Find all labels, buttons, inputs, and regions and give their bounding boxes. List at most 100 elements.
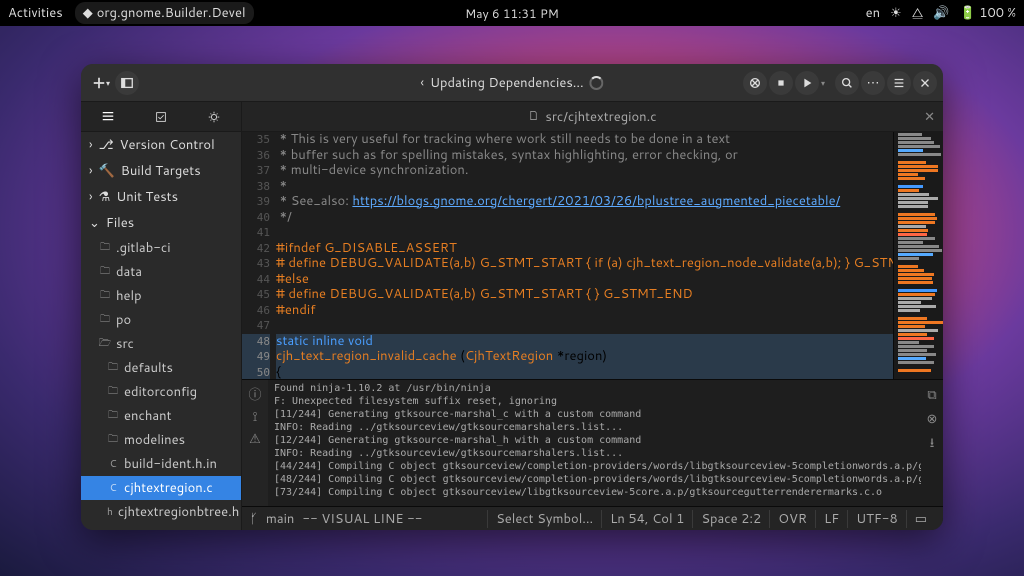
back-icon[interactable]: ‹ <box>420 74 424 92</box>
sidebar: › ⎇ Version Control › 🔨 Build Targets › ⚗ Unit… <box>81 132 242 530</box>
sub-header: src/cjhtextregion.c ✕ <box>81 102 943 132</box>
hammer-icon: 🔨 <box>99 162 115 180</box>
tree-item[interactable]: 🗀 .gitlab-ci <box>81 236 241 260</box>
section-label: Build Targets <box>121 162 201 180</box>
section-label: Version Control <box>120 136 215 154</box>
run-button[interactable] <box>795 71 819 95</box>
tree-item[interactable]: 🗀 editorconfig <box>81 380 241 404</box>
tree-item[interactable]: Cbuild-ident.h.in <box>81 452 241 476</box>
folder-icon: 🗀 <box>99 314 111 326</box>
info-icon[interactable]: ⓘ <box>248 384 261 404</box>
files-section[interactable]: ⌄ Files <box>81 210 241 236</box>
insert-mode[interactable]: OVR <box>769 510 815 528</box>
search-button[interactable] <box>835 71 859 95</box>
tree-item-label: modelines <box>124 431 185 449</box>
clear-icon[interactable]: ⊗ <box>927 410 938 428</box>
tree-item[interactable]: 🗀 data <box>81 260 241 284</box>
build-targets-section[interactable]: › 🔨 Build Targets <box>81 158 241 184</box>
tree-view-tab[interactable] <box>94 103 122 131</box>
tree-item-label: build-ident.h.in <box>124 455 217 473</box>
settings-icon[interactable]: ☀ <box>890 4 902 22</box>
battery-icon[interactable]: 🔋 100 % <box>960 4 1017 22</box>
volume-icon[interactable]: 🔊 <box>933 4 949 22</box>
build-button[interactable] <box>769 71 793 95</box>
spinner-icon <box>590 76 604 90</box>
symbol-selector[interactable]: Select Symbol... <box>487 510 601 528</box>
branch-name[interactable]: main <box>266 510 295 528</box>
tree-item-label: enchant <box>124 407 172 425</box>
stop-button[interactable] <box>743 71 767 95</box>
builder-icon: ◆ <box>83 4 93 22</box>
location-icon[interactable]: ⟟ <box>253 408 258 426</box>
tree-item[interactable]: 🗀help <box>81 284 241 308</box>
build-output[interactable]: Found ninja-1.10.2 at /usr/bin/ninja F: … <box>268 380 921 506</box>
branch-icon: ⎇ <box>99 136 114 154</box>
encoding[interactable]: UTF-8 <box>847 510 906 528</box>
lang-indicator[interactable]: en <box>866 4 880 22</box>
chevron-right-icon: › <box>89 136 93 154</box>
tree-item-label: src <box>116 335 134 353</box>
tab-path[interactable]: src/cjhtextregion.c <box>545 108 656 126</box>
tree-item-label: cjhtextregionprivate.h <box>118 527 242 530</box>
activities-button[interactable]: Activities <box>8 4 63 22</box>
app-menu[interactable]: ◆ org.gnome.Builder.Devel <box>75 2 254 24</box>
tree-item-label: po <box>116 311 131 329</box>
branch-icon: ᚶ <box>250 510 258 528</box>
copy-icon[interactable]: ⧉ <box>927 386 936 404</box>
tree-item-label: cjhtextregionbtree.h <box>118 503 239 521</box>
file-icon: h <box>107 506 113 518</box>
tree-item[interactable]: 🗀enchant <box>81 404 241 428</box>
tree-item-label: editorconfig <box>124 383 197 401</box>
vcs-section[interactable]: › ⎇ Version Control <box>81 132 241 158</box>
line-gutter[interactable]: 3536373839404142434445464748495051525354… <box>242 132 276 379</box>
file-icon <box>528 108 539 126</box>
minimap[interactable] <box>893 132 943 379</box>
tree-item-label: data <box>116 263 142 281</box>
cursor-position[interactable]: Ln 54, Col 1 <box>601 510 692 528</box>
folder-icon: 🗀 <box>107 434 119 446</box>
close-button[interactable] <box>913 71 937 95</box>
tree-item[interactable]: 🗀defaults <box>81 356 241 380</box>
save-output-icon[interactable]: ⭳ <box>930 434 935 456</box>
network-icon[interactable]: ⧋ <box>912 4 924 22</box>
debug-tab[interactable] <box>200 103 228 131</box>
folder-icon: 🗀 <box>99 242 111 254</box>
sidebar-toggle[interactable] <box>115 71 139 95</box>
titlebar: ▾ ‹ Updating Dependencies... ▾ ⋯ <box>81 64 943 102</box>
chevron-right-icon: › <box>89 162 93 180</box>
gnome-topbar: Activities ◆ org.gnome.Builder.Devel May… <box>0 0 1024 26</box>
flask-icon: ⚗ <box>99 188 111 206</box>
more-button[interactable]: ⋯ <box>861 71 885 95</box>
tree-item[interactable]: Ccjhtextregion.c <box>81 476 241 500</box>
tree-item[interactable]: h cjhtextregionbtree.h <box>81 500 241 524</box>
indent-setting[interactable]: Space 2:2 <box>692 510 769 528</box>
code-editor[interactable]: * This is very useful for tracking where… <box>276 132 893 379</box>
new-button[interactable]: ▾ <box>87 69 115 97</box>
todo-tab[interactable] <box>147 103 175 131</box>
terminal-toggle[interactable]: ▭ <box>906 510 935 528</box>
tree-item[interactable]: 🗀 po <box>81 308 241 332</box>
section-label: Files <box>106 214 134 232</box>
chevron-down-icon: ⌄ <box>89 214 100 232</box>
folder-icon: 🗁 <box>99 338 111 350</box>
vim-mode: -- VISUAL LINE -- <box>302 510 422 528</box>
title-text: Updating Dependencies... <box>430 74 584 92</box>
tree-item-label: .gitlab-ci <box>116 239 171 257</box>
tree-item[interactable]: hcjhtextregionprivate.h <box>81 524 241 530</box>
tree-item[interactable]: 🗁 src <box>81 332 241 356</box>
close-tab-button[interactable]: ✕ <box>924 108 935 126</box>
tree-item[interactable]: 🗀 modelines <box>81 428 241 452</box>
clock[interactable]: May 6 11:31 PM <box>465 5 559 22</box>
tree-item-label: cjhtextregion.c <box>124 479 213 497</box>
folder-icon: 🗀 <box>99 266 111 278</box>
warning-icon[interactable]: ⚠ <box>249 430 261 448</box>
app-name: org.gnome.Builder.Devel <box>97 4 246 22</box>
line-ending[interactable]: LF <box>815 510 847 528</box>
folder-icon: 🗀 <box>107 362 119 374</box>
folder-icon: 🗀 <box>107 386 119 398</box>
battery-pct: 100 % <box>979 4 1016 22</box>
chevron-right-icon: › <box>89 188 93 206</box>
menu-button[interactable] <box>887 71 911 95</box>
section-label: Unit Tests <box>116 188 178 206</box>
unit-tests-section[interactable]: › ⚗ Unit Tests <box>81 184 241 210</box>
